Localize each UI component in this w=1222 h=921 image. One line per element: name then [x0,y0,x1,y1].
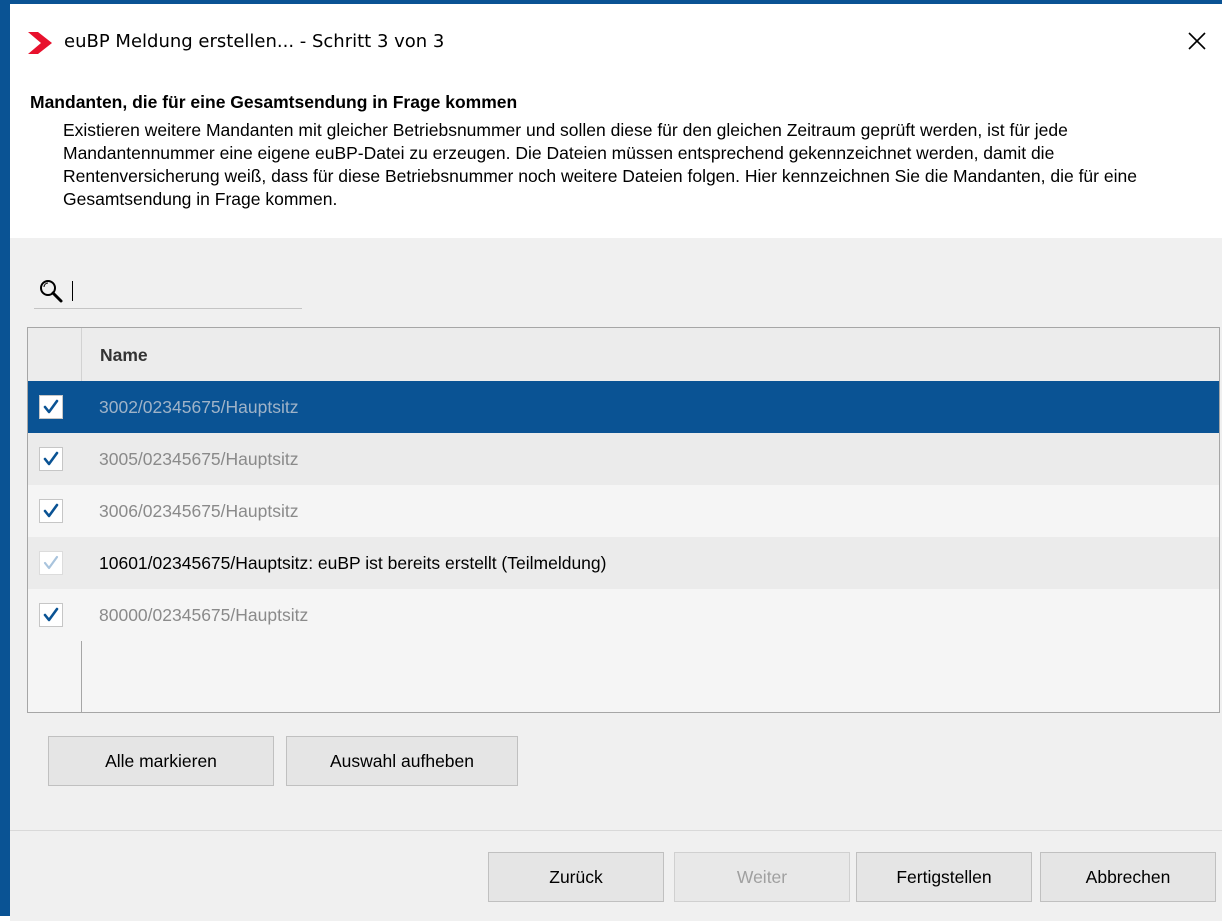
close-icon [1188,32,1206,50]
back-button[interactable]: Zurück [488,852,664,902]
column-header-name[interactable]: Name [100,345,148,366]
window-title: euBP Meldung erstellen... - Schritt 3 vo… [64,31,445,52]
close-button[interactable] [1176,20,1216,60]
row-name: 10601/02345675/Hauptsitz: euBP ist berei… [99,553,607,573]
check-icon [43,555,59,570]
row-name: 3002/02345675/Hauptsitz [99,397,299,417]
finish-button[interactable]: Fertigstellen [856,852,1032,902]
section-description: Existieren weitere Mandanten mit gleiche… [63,120,1137,209]
row-checkbox-disabled [39,551,63,575]
section-title: Mandanten, die für eine Gesamtsendung in… [30,92,518,112]
header-check-column [28,328,82,381]
title-bar: euBP Meldung erstellen... - Schritt 3 vo… [10,4,1222,78]
dialog-footer: Zurück Weiter Fertigstellen Abbrechen [10,830,1222,921]
column-divider [81,641,82,712]
dialog-window: euBP Meldung erstellen... - Schritt 3 vo… [0,0,1222,921]
row-name: 3006/02345675/Hauptsitz [99,501,299,521]
clear-selection-button[interactable]: Auswahl aufheben [286,736,518,786]
row-checkbox[interactable] [39,603,63,627]
row-check-cell [28,537,81,589]
row-name: 80000/02345675/Hauptsitz [99,605,309,625]
search-icon [38,278,64,304]
table-row[interactable]: 3006/02345675/Hauptsitz [28,485,1219,537]
check-icon [43,607,59,622]
search-box [34,274,302,309]
table-row[interactable]: 3005/02345675/Hauptsitz [28,433,1219,485]
table-row[interactable]: 80000/02345675/Hauptsitz [28,589,1219,641]
row-check-cell [28,485,81,537]
check-icon [43,503,59,518]
row-name: 3005/02345675/Hauptsitz [99,449,299,469]
select-all-button[interactable]: Alle markieren [48,736,274,786]
cancel-button[interactable]: Abbrechen [1040,852,1216,902]
row-checkbox[interactable] [39,499,63,523]
row-check-cell [28,381,81,433]
row-checkbox[interactable] [39,395,63,419]
content-area: Name 3002/02345675/Hauptsitz 3005/023456… [10,238,1222,830]
next-button[interactable]: Weiter [674,852,850,902]
table-row[interactable]: 3002/02345675/Hauptsitz [28,381,1219,433]
row-check-cell [28,589,81,641]
step-header: Mandanten, die für eine Gesamtsendung in… [10,78,1222,238]
mandanten-table: Name 3002/02345675/Hauptsitz 3005/023456… [27,327,1220,713]
row-checkbox[interactable] [39,447,63,471]
search-input[interactable] [70,276,298,304]
table-header: Name [28,328,1219,382]
row-check-cell [28,433,81,485]
text-caret [72,281,73,301]
check-icon [43,399,59,414]
check-icon [43,451,59,466]
table-row[interactable]: 10601/02345675/Hauptsitz: euBP ist berei… [28,537,1219,589]
red-chevron-icon [26,29,54,57]
